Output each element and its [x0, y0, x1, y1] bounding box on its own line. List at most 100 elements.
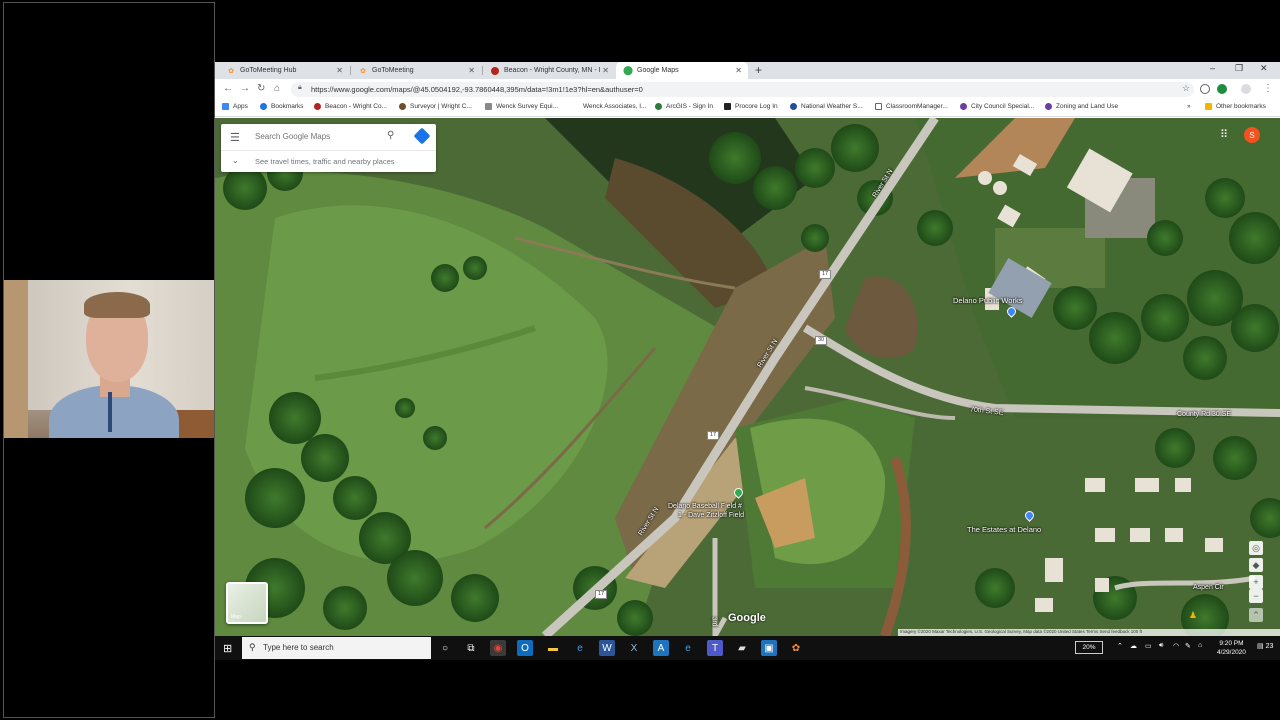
task-view-icon[interactable]: ⧉	[463, 640, 479, 656]
bookmark-beacon[interactable]: Beacon - Wright Co...	[314, 103, 387, 110]
gotomeeting-icon[interactable]: ✿	[788, 640, 804, 656]
outlook-icon[interactable]: O	[517, 640, 533, 656]
taskbar-search[interactable]: ⚲ Type here to search	[242, 637, 431, 659]
word-icon[interactable]: W	[599, 640, 615, 656]
account-avatar[interactable]: S	[1244, 127, 1260, 143]
reload-icon[interactable]: ↻	[257, 83, 265, 94]
bookmark-star-icon[interactable]: ☆	[1182, 83, 1190, 94]
bookmark-city-council[interactable]: City Council Special...	[960, 103, 1034, 110]
bookmark-bookmarks[interactable]: Bookmarks	[260, 103, 304, 110]
close-icon[interactable]: ✕	[735, 66, 742, 75]
gear-icon	[960, 103, 967, 110]
close-icon[interactable]: ✕	[602, 66, 609, 75]
place-label[interactable]: Delano Baseball Field #	[668, 503, 742, 510]
volume-icon[interactable]: 🔊︎	[1159, 642, 1163, 650]
show-hidden-icons[interactable]: ⌃	[1117, 642, 1123, 650]
expand-imagery-icon[interactable]: ⌃	[1249, 608, 1263, 622]
location-icon[interactable]: ◎	[1249, 541, 1263, 555]
battery-indicator[interactable]: 20%	[1075, 641, 1103, 654]
url-text[interactable]: https://www.google.com/maps/@45.0504192,…	[311, 85, 643, 94]
maps-search-panel: ☰ ⚲ ⌄ See travel times, traffic and near…	[221, 124, 436, 172]
excel-icon[interactable]: X	[626, 640, 642, 656]
close-window-button[interactable]: ✕	[1260, 63, 1268, 74]
bookmark-apps[interactable]: Apps	[222, 103, 248, 110]
extension-check-icon[interactable]	[1217, 84, 1227, 94]
bookmark-weather[interactable]: National Weather S...	[790, 103, 863, 110]
bookmark-wenck-associates[interactable]: Wenck Associates, I...	[583, 103, 646, 110]
new-tab-button[interactable]: +	[755, 63, 762, 77]
chevron-down-icon[interactable]: ⌄	[232, 156, 239, 165]
app-window-icon[interactable]: ▣	[761, 640, 777, 656]
cortana-icon[interactable]: ○	[437, 640, 453, 656]
profile-avatar[interactable]	[1241, 84, 1251, 94]
windows-start-icon[interactable]: ⊞	[223, 642, 232, 655]
browser-toolbar: ← → ↻ ⌂ 🔒︎ https://www.google.com/maps/@…	[215, 79, 1280, 100]
notifications-icon[interactable]: ▤ 23	[1257, 642, 1273, 650]
zoom-in-button[interactable]: +	[1249, 575, 1263, 589]
address-bar[interactable]: 🔒︎ https://www.google.com/maps/@45.05041…	[291, 82, 1194, 97]
forward-icon[interactable]: →	[240, 83, 250, 94]
tab-label: GoToMeeting	[372, 67, 414, 74]
pen-icon[interactable]: ✎	[1185, 642, 1191, 650]
maps-search-input[interactable]	[255, 132, 385, 141]
maximize-button[interactable]: ❐	[1235, 63, 1243, 74]
extension-icon[interactable]	[1200, 84, 1210, 94]
gear-icon	[1045, 103, 1052, 110]
system-clock[interactable]: 9:20 PM 4/29/2020	[1217, 639, 1246, 657]
back-icon[interactable]: ←	[223, 83, 233, 94]
route-shield: 17	[707, 431, 719, 440]
onedrive-icon[interactable]: ☁	[1130, 642, 1137, 650]
route-shield: 17	[595, 590, 607, 599]
autocad-icon[interactable]: A	[653, 640, 669, 656]
bookmark-classroom[interactable]: ClassroomManager...	[875, 103, 948, 110]
file-explorer-icon[interactable]: ▬	[545, 640, 561, 656]
bookmark-zoning[interactable]: Zoning and Land Use	[1045, 103, 1118, 110]
chrome-menu-icon[interactable]: ⋮	[1263, 83, 1273, 94]
video-sidebar	[0, 0, 215, 720]
bookmark-wenck-survey[interactable]: Wenck Survey Equi...	[485, 103, 558, 110]
edge-icon[interactable]: e	[680, 640, 696, 656]
tab-gotomeeting-hub[interactable]: ✿ GoToMeeting Hub ✕	[219, 62, 349, 79]
menu-icon[interactable]: ☰	[230, 131, 240, 144]
wifi-icon[interactable]: ◠	[1173, 642, 1179, 650]
bookmark-surveyor[interactable]: Surveyor | Wright C...	[399, 103, 472, 110]
bookmark-procore[interactable]: Procore Log In	[724, 103, 778, 110]
layers-toggle[interactable]: Map	[226, 582, 268, 624]
teams-icon[interactable]: T	[707, 640, 723, 656]
remote-desktop-icon[interactable]: ▰	[734, 640, 750, 656]
place-label[interactable]: 1 - Dave Zitzloff Field	[678, 512, 744, 519]
close-icon[interactable]: ✕	[336, 66, 343, 75]
surveyor-icon	[399, 103, 406, 110]
tab-google-maps[interactable]: ⬤ Google Maps ✕	[616, 62, 748, 79]
search-icon: ⚲	[249, 642, 256, 652]
compass-icon[interactable]: ◆	[1249, 558, 1263, 572]
tab-beacon[interactable]: Beacon - Wright County, MN - I ✕	[483, 62, 615, 79]
bookmark-other[interactable]: Other bookmarks	[1205, 103, 1266, 110]
travel-hint[interactable]: See travel times, traffic and nearby pla…	[255, 157, 395, 166]
place-label[interactable]: The Estates at Delano	[967, 525, 1041, 534]
minimize-button[interactable]: –	[1210, 63, 1215, 73]
satellite-map[interactable]: ☰ ⚲ ⌄ See travel times, traffic and near…	[215, 118, 1280, 636]
folder-icon	[1205, 103, 1212, 110]
map-attribution: Imagery ©2020 Maxar Technologies, U.S. G…	[898, 629, 1280, 636]
zoom-out-button[interactable]: −	[1249, 589, 1263, 603]
google-maps-icon: ⬤	[622, 65, 634, 75]
tab-gotomeeting[interactable]: ✿ GoToMeeting ✕	[351, 62, 481, 79]
battery-icon[interactable]: ▭	[1145, 642, 1152, 650]
apps-grid-icon[interactable]: ⠿	[1220, 128, 1228, 141]
chrome-icon[interactable]: ◉	[490, 640, 506, 656]
network-icon[interactable]: ⌂	[1198, 642, 1202, 649]
street-label: Aspen Cir	[1193, 584, 1224, 591]
home-icon[interactable]: ⌂	[274, 83, 280, 94]
pegman-icon[interactable]: ♟	[1187, 608, 1199, 622]
search-icon[interactable]: ⚲	[387, 130, 394, 141]
notification-count: 23	[1265, 643, 1274, 650]
chrome-window: ✿ GoToMeeting Hub ✕ ✿ GoToMeeting ✕ Beac…	[215, 62, 1280, 636]
directions-icon[interactable]	[413, 127, 431, 145]
edge-icon[interactable]: e	[572, 640, 588, 656]
gotomeeting-icon: ✿	[228, 67, 234, 75]
bookmark-arcgis[interactable]: ArcGIS - Sign In	[655, 103, 713, 110]
close-icon[interactable]: ✕	[468, 66, 475, 75]
place-label[interactable]: Delano Public Works	[953, 296, 1022, 305]
chevron-right-icon[interactable]: »	[1187, 103, 1191, 110]
